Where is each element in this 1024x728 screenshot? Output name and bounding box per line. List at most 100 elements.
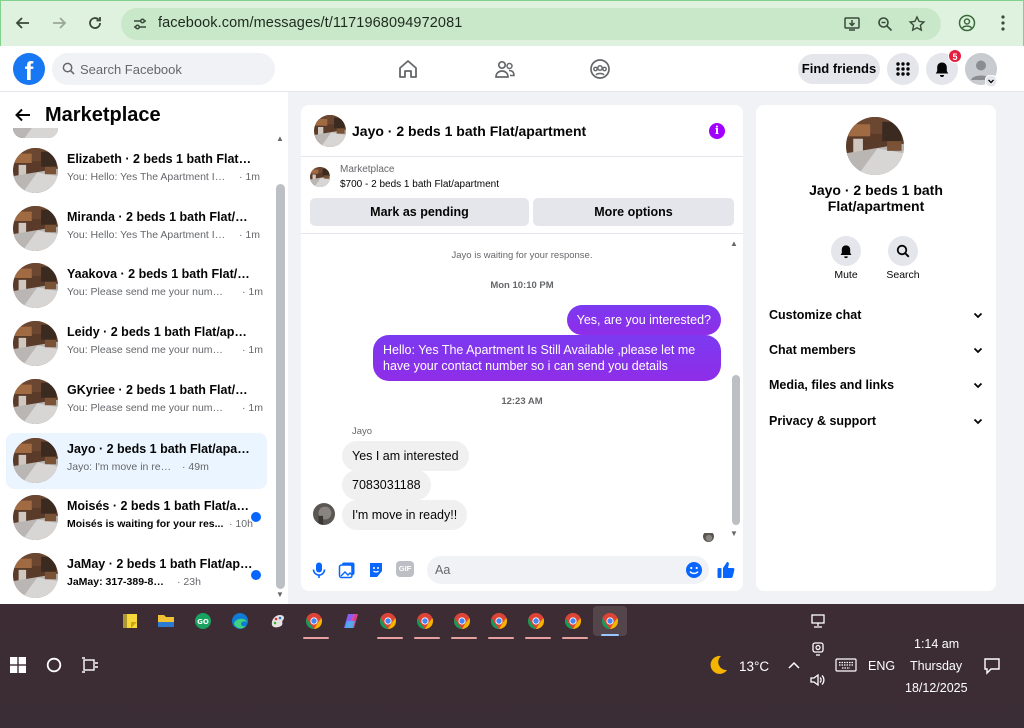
- conversation-item[interactable]: GKyriee · 2 beds 1 bath Flat/apa... You: …: [6, 374, 267, 430]
- chat-title[interactable]: Jayo · 2 beds 1 bath Flat/apartment: [352, 123, 586, 139]
- search-placeholder: Search Facebook: [80, 62, 182, 77]
- groups-icon[interactable]: [589, 58, 611, 80]
- chrome-window-icon[interactable]: [524, 609, 551, 639]
- browser-menu-icon[interactable]: [989, 9, 1017, 37]
- conversation-avatar: [13, 495, 58, 540]
- conversation-item[interactable]: Elizabeth · 2 beds 1 bath Flat/ap... You:…: [6, 143, 267, 199]
- media-files-links-section[interactable]: Media, files and links: [769, 378, 984, 398]
- volume-icon[interactable]: [806, 668, 830, 692]
- account-chevron-icon[interactable]: [985, 75, 997, 87]
- keyboard-icon[interactable]: [834, 653, 858, 677]
- clock-date[interactable]: 18/12/2025: [905, 681, 968, 695]
- chrome-window-icon[interactable]: [302, 609, 329, 639]
- copilot-icon[interactable]: [339, 609, 363, 633]
- gif-icon[interactable]: GIF: [396, 561, 414, 577]
- chrome-window-icon[interactable]: [450, 609, 477, 639]
- reload-icon[interactable]: [81, 9, 109, 37]
- url-text[interactable]: facebook.com/messages/t/1171968094972081: [158, 15, 462, 31]
- incoming-message[interactable]: I'm move in ready!!: [342, 500, 468, 530]
- camera-device-icon[interactable]: [806, 637, 830, 661]
- chevron-down-icon: [973, 347, 983, 354]
- forward-icon[interactable]: [45, 9, 73, 37]
- site-settings-icon[interactable]: [131, 15, 149, 33]
- file-explorer-icon[interactable]: [154, 609, 178, 633]
- back-arrow-icon[interactable]: [14, 106, 32, 124]
- mark-as-pending-button[interactable]: Mark as pending: [310, 198, 529, 226]
- install-app-icon[interactable]: [843, 15, 861, 33]
- sticker-icon[interactable]: [367, 561, 385, 579]
- green-app-icon[interactable]: GO: [191, 609, 215, 633]
- windows-start-icon[interactable]: [6, 653, 30, 677]
- conversation-item[interactable]: Leidy · 2 beds 1 bath Flat/apart... You: …: [6, 316, 267, 372]
- conversation-item[interactable]: JaMay · 2 beds 1 bath Flat/apa... JaMay: …: [6, 548, 267, 604]
- marketplace-listing-bar: Marketplace $700 - 2 beds 1 bath Flat/ap…: [301, 158, 743, 234]
- weather-moon-icon[interactable]: [706, 653, 730, 677]
- photo-icon[interactable]: [338, 561, 356, 579]
- chat-scroll-up[interactable]: ▲: [730, 239, 738, 248]
- contact-avatar[interactable]: [846, 117, 904, 175]
- conversation-item[interactable]: Moisés · 2 beds 1 bath Flat/ap... Moisés …: [6, 490, 267, 546]
- chat-members-section[interactable]: Chat members: [769, 343, 984, 363]
- chrome-window-icon[interactable]: [487, 609, 514, 639]
- thumbs-up-icon[interactable]: [716, 560, 736, 580]
- clock-day[interactable]: Thursday: [910, 659, 962, 673]
- info-icon[interactable]: i: [709, 123, 725, 139]
- listing-price[interactable]: $700 - 2 beds 1 bath Flat/apartment: [340, 179, 499, 190]
- chrome-window-icon[interactable]: [413, 609, 440, 639]
- temperature[interactable]: 13°C: [739, 659, 769, 674]
- chat-scroll-down[interactable]: ▼: [730, 529, 738, 538]
- chrome-window-icon[interactable]: [561, 609, 588, 639]
- friends-icon[interactable]: [494, 58, 516, 80]
- timestamp: 12:23 AM: [501, 396, 543, 407]
- conversation-scrollbar[interactable]: [276, 184, 285, 589]
- listing-thumbnail[interactable]: [310, 167, 330, 187]
- zoom-icon[interactable]: [876, 15, 894, 33]
- section-label: Chat members: [769, 343, 856, 357]
- notifications-icon[interactable]: [980, 654, 1004, 678]
- task-view-icon[interactable]: [78, 653, 102, 677]
- search-circle-icon[interactable]: [42, 653, 66, 677]
- microphone-icon[interactable]: [310, 561, 328, 579]
- chrome-active-window-icon[interactable]: [593, 606, 627, 636]
- find-friends-button[interactable]: Find friends: [798, 54, 880, 84]
- search-icon: [896, 244, 910, 258]
- message-input[interactable]: Aa: [427, 556, 709, 584]
- input-language[interactable]: ENG: [868, 659, 895, 673]
- sticky-notes-icon[interactable]: [118, 609, 142, 633]
- address-bar[interactable]: facebook.com/messages/t/1171968094972081: [121, 8, 941, 40]
- mute-button[interactable]: [831, 236, 861, 266]
- incoming-message[interactable]: Yes I am interested: [342, 441, 469, 471]
- conversation-item[interactable]: Yaakova · 2 beds 1 bath Flat/apa... You: …: [6, 258, 267, 314]
- conversation-item[interactable]: Jayo · 2 beds 1 bath Flat/apartm... Jayo:…: [6, 433, 267, 489]
- conversation-item[interactable]: Miranda · 2 beds 1 bath Flat/ap... You: H…: [6, 201, 267, 257]
- more-options-button[interactable]: More options: [533, 198, 734, 226]
- chrome-window-icon[interactable]: [376, 609, 403, 639]
- outgoing-message[interactable]: Yes, are you interested?: [566, 305, 721, 335]
- menu-grid-icon[interactable]: [887, 53, 919, 85]
- incoming-message[interactable]: 7083031188: [342, 470, 431, 500]
- profile-icon[interactable]: [953, 9, 981, 37]
- outgoing-message[interactable]: Hello: Yes The Apartment Is Still Availa…: [373, 335, 721, 381]
- facebook-search[interactable]: Search Facebook: [52, 53, 275, 85]
- facebook-logo[interactable]: f: [13, 53, 45, 85]
- scroll-down-arrow[interactable]: ▼: [276, 590, 284, 599]
- customize-chat-section[interactable]: Customize chat: [769, 308, 984, 328]
- search-chat-button[interactable]: [888, 236, 918, 266]
- back-icon[interactable]: [9, 9, 37, 37]
- chat-scrollbar[interactable]: [732, 375, 740, 525]
- chat-avatar[interactable]: [314, 115, 346, 147]
- sender-avatar[interactable]: [313, 503, 335, 525]
- paint-app-icon[interactable]: [266, 609, 290, 633]
- running-indicator: [451, 637, 477, 639]
- emoji-icon[interactable]: [685, 561, 703, 579]
- home-icon[interactable]: [397, 58, 419, 80]
- privacy-support-section[interactable]: Privacy & support: [769, 414, 984, 434]
- bookmark-star-icon[interactable]: [908, 15, 926, 33]
- clock-time[interactable]: 1:14 am: [914, 637, 959, 651]
- network-device-icon[interactable]: [806, 609, 830, 633]
- chat-window: Jayo · 2 beds 1 bath Flat/apartment i Ma…: [301, 105, 743, 591]
- running-indicator: [525, 637, 551, 639]
- scroll-up-arrow[interactable]: ▲: [276, 134, 284, 143]
- edge-browser-icon[interactable]: [228, 609, 252, 633]
- tray-overflow-chevron-icon[interactable]: [782, 653, 806, 677]
